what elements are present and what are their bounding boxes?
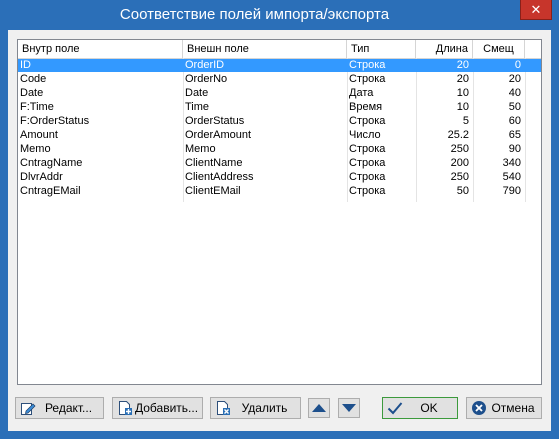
column-header-type[interactable]: Тип	[347, 40, 416, 58]
table-row[interactable]: F:OrderStatus OrderStatus Строка 5 60	[18, 115, 541, 128]
cell-offset: 40	[508, 87, 521, 99]
checkmark-icon	[387, 402, 403, 415]
cell-offset: 60	[508, 115, 521, 127]
table-row[interactable]: Date Date Дата 10 40	[18, 87, 541, 100]
table-row[interactable]: Memo Memo Строка 250 90	[18, 143, 541, 156]
dialog-body: Внутр поле Внешн поле Тип Длина Смещ ID O…	[8, 30, 551, 431]
cell-offset: 50	[508, 101, 521, 113]
cell-internal-field: F:Time	[20, 101, 54, 113]
cell-length: 250	[450, 171, 469, 183]
cell-type: Строка	[349, 73, 386, 85]
cell-offset: 340	[502, 157, 521, 169]
cell-type: Строка	[349, 171, 386, 183]
title-bar[interactable]: Соответствие полей импорта/экспорта ✕	[0, 0, 559, 30]
table-row[interactable]: ID OrderID Строка 20 0	[18, 59, 541, 72]
table-row[interactable]: CntragName ClientName Строка 200 340	[18, 157, 541, 170]
field-mapping-table[interactable]: Внутр поле Внешн поле Тип Длина Смещ ID O…	[17, 39, 542, 385]
cancel-icon	[472, 401, 486, 415]
cell-internal-field: Date	[20, 87, 44, 99]
table-header: Внутр поле Внешн поле Тип Длина Смещ	[18, 40, 541, 59]
ok-button[interactable]: OK	[382, 397, 458, 419]
cell-external-field: Memo	[185, 143, 216, 155]
cell-internal-field: DlvrAddr	[20, 171, 63, 183]
cell-external-field: OrderStatus	[185, 115, 245, 127]
arrow-up-icon	[312, 404, 326, 412]
cell-type: Строка	[349, 59, 386, 71]
cell-offset: 65	[508, 129, 521, 141]
cell-internal-field: Memo	[20, 143, 51, 155]
column-header-offset[interactable]: Смещ	[473, 40, 525, 58]
cell-internal-field: Amount	[20, 129, 58, 141]
column-header-length[interactable]: Длина	[416, 40, 473, 58]
delete-button[interactable]: Удалить	[210, 397, 301, 419]
cell-external-field: OrderID	[185, 59, 225, 71]
cell-external-field: Date	[185, 87, 209, 99]
cell-offset: 20	[508, 73, 521, 85]
cell-length: 250	[450, 143, 469, 155]
delete-document-icon	[217, 401, 230, 415]
arrow-down-icon	[342, 404, 356, 412]
cell-external-field: ClientEMail	[185, 185, 241, 197]
delete-button-label: Удалить	[241, 401, 288, 415]
cell-length: 10	[456, 87, 469, 99]
table-row[interactable]: F:Time Time Время 10 50	[18, 101, 541, 114]
cell-internal-field: CntragName	[20, 157, 83, 169]
move-up-button[interactable]	[308, 398, 330, 418]
cell-type: Строка	[349, 157, 386, 169]
cell-internal-field: F:OrderStatus	[20, 115, 90, 127]
cell-offset: 0	[514, 59, 521, 71]
cell-external-field: ClientName	[185, 157, 243, 169]
edit-icon	[21, 403, 36, 415]
cell-type: Строка	[349, 185, 386, 197]
add-document-icon	[119, 401, 132, 415]
cancel-button[interactable]: Отмена	[466, 397, 542, 419]
cell-length: 20	[456, 73, 469, 85]
add-button-label: Добавить...	[135, 401, 199, 415]
close-button[interactable]: ✕	[520, 0, 552, 20]
cell-offset: 790	[502, 185, 521, 197]
cell-internal-field: ID	[20, 59, 31, 71]
edit-button-label: Редакт...	[44, 401, 93, 415]
move-down-button[interactable]	[338, 398, 360, 418]
cell-type: Строка	[349, 115, 386, 127]
cell-length: 25.2	[447, 129, 469, 141]
cancel-button-label: Отмена	[491, 401, 535, 415]
cell-type: Дата	[349, 87, 374, 99]
cell-length: 10	[456, 101, 469, 113]
table-row[interactable]: DlvrAddr ClientAddress Строка 250 540	[18, 171, 541, 184]
cell-offset: 540	[502, 171, 521, 183]
add-button[interactable]: Добавить...	[112, 397, 203, 419]
window-title: Соответствие полей импорта/экспорта	[119, 6, 390, 23]
cell-internal-field: Code	[20, 73, 47, 85]
column-header-external-field[interactable]: Внешн поле	[183, 40, 347, 58]
cell-external-field: Time	[185, 101, 210, 113]
cell-internal-field: CntragEMail	[20, 185, 81, 197]
cell-external-field: OrderNo	[185, 73, 228, 85]
dialog-window: Соответствие полей импорта/экспорта ✕ Вн…	[0, 0, 559, 439]
cell-length: 20	[456, 59, 469, 71]
cell-type: Время	[349, 101, 383, 113]
cell-length: 200	[450, 157, 469, 169]
ok-button-label: OK	[420, 401, 438, 415]
cell-length: 5	[462, 115, 469, 127]
column-header-internal-field[interactable]: Внутр поле	[18, 40, 183, 58]
cell-external-field: ClientAddress	[185, 171, 254, 183]
table-row[interactable]: Amount OrderAmount Число 25.2 65	[18, 129, 541, 142]
cell-length: 50	[456, 185, 469, 197]
table-row[interactable]: Code OrderNo Строка 20 20	[18, 73, 541, 86]
edit-button[interactable]: Редакт...	[15, 397, 104, 419]
table-row[interactable]: CntragEMail ClientEMail Строка 50 790	[18, 185, 541, 198]
cell-offset: 90	[508, 143, 521, 155]
cell-type: Число	[349, 129, 381, 141]
cell-type: Строка	[349, 143, 386, 155]
cell-external-field: OrderAmount	[185, 129, 252, 141]
